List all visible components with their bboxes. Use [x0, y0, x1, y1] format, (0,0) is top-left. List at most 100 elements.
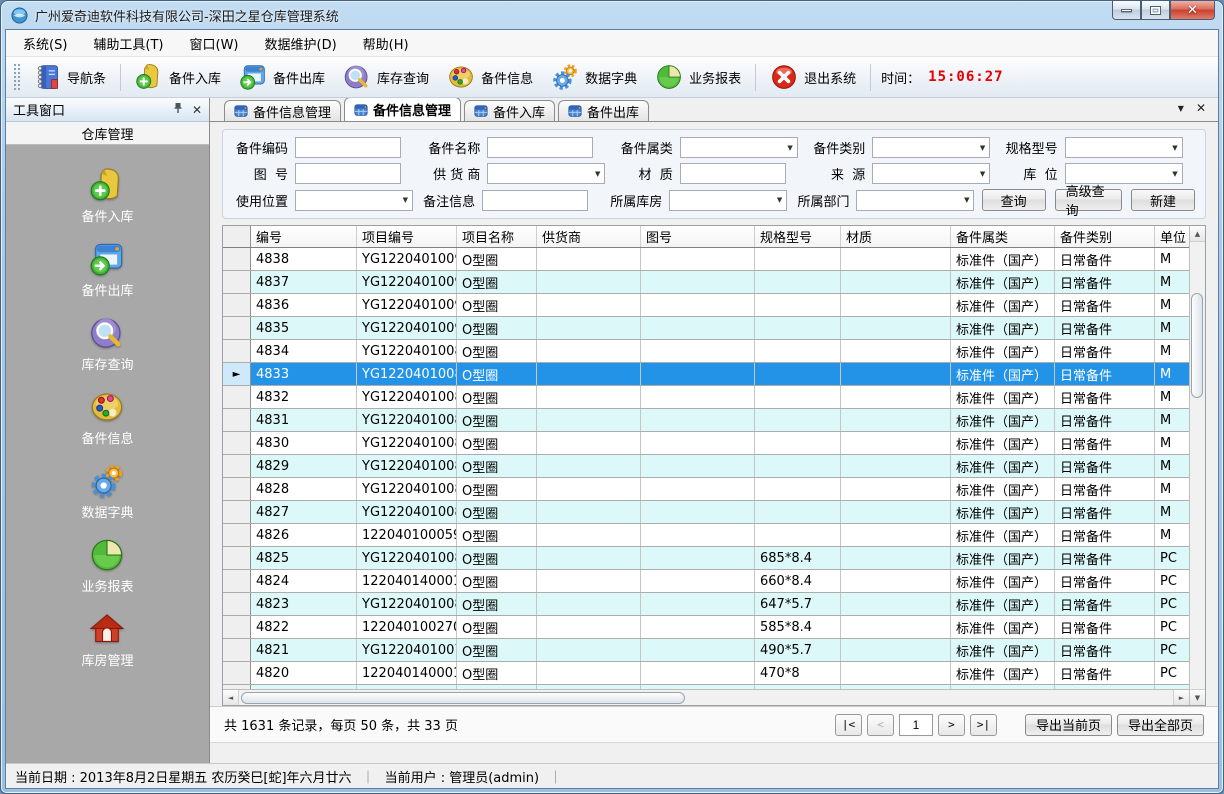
row-selector[interactable]	[223, 547, 251, 569]
warehouse-select[interactable]: ▼	[669, 190, 787, 211]
export-all-pages-button[interactable]: 导出全部页	[1117, 714, 1204, 736]
scroll-up-icon[interactable]: ▲	[1190, 226, 1205, 242]
table-row[interactable]: 48221220401002700O型圈585*8.4标准件（国产）日常备件PC	[223, 616, 1189, 639]
inventory-query-button[interactable]: 库存查询	[335, 59, 437, 95]
vertical-scrollbar[interactable]: ▲ ▼	[1189, 226, 1205, 705]
row-selector[interactable]	[223, 432, 251, 454]
panel-close-icon[interactable]: ✕	[192, 104, 202, 116]
usage-position-select[interactable]: ▼	[295, 190, 413, 211]
exit-system-button[interactable]: 退出系统	[762, 59, 864, 95]
data-dictionary-button[interactable]: 数据字典	[543, 59, 645, 95]
parts-info-button[interactable]: 备件信息	[439, 59, 541, 95]
tab-list-dropdown-icon[interactable]: ▼	[1178, 104, 1184, 113]
menu-window[interactable]: 窗口(W)	[177, 30, 252, 57]
query-button[interactable]: 查询	[982, 189, 1046, 211]
tab-parts-outbound[interactable]: 备件出库	[558, 100, 649, 121]
sidebar-item-parts-info[interactable]: 备件信息	[81, 389, 133, 447]
menu-aux-tools[interactable]: 辅助工具(T)	[80, 30, 176, 57]
department-select[interactable]: ▼	[856, 190, 974, 211]
row-selector[interactable]	[223, 409, 251, 431]
first-page-button[interactable]: |<	[835, 714, 862, 736]
table-row[interactable]: 4832YG12204010087O型圈标准件（国产）日常备件M	[223, 386, 1189, 409]
table-row[interactable]: 4834YG12204010089O型圈标准件（国产）日常备件M	[223, 340, 1189, 363]
horizontal-scrollbar[interactable]: ◄ ►	[223, 689, 1189, 705]
scroll-left-icon[interactable]: ◄	[223, 690, 239, 705]
table-row[interactable]: 4828YG12204010083O型圈标准件（国产）日常备件M	[223, 478, 1189, 501]
table-row[interactable]: ►4833YG12204010088O型圈标准件（国产）日常备件M	[223, 363, 1189, 386]
part-category-select[interactable]: ▼	[680, 137, 798, 158]
stock-location-select[interactable]: ▼	[1065, 163, 1183, 184]
row-selector[interactable]	[223, 570, 251, 592]
parts-inbound-button[interactable]: 备件入库	[127, 59, 229, 95]
new-button[interactable]: 新建	[1131, 189, 1195, 211]
advanced-query-button[interactable]: 高级查询	[1055, 189, 1122, 211]
selector-column-header[interactable]	[223, 226, 251, 247]
menu-data-maintenance[interactable]: 数据维护(D)	[252, 30, 350, 57]
business-report-button[interactable]: 业务报表	[647, 59, 749, 95]
column-header[interactable]: 编号	[251, 226, 357, 247]
column-header[interactable]: 备件类别	[1055, 226, 1155, 247]
horizontal-scroll-thumb[interactable]	[241, 692, 685, 704]
row-selector[interactable]	[223, 524, 251, 546]
source-select[interactable]: ▼	[872, 163, 990, 184]
spec-model-select[interactable]: ▼	[1065, 137, 1183, 158]
part-type-select[interactable]: ▼	[872, 137, 990, 158]
drawing-no-input[interactable]	[295, 163, 401, 184]
menu-help[interactable]: 帮助(H)	[350, 30, 422, 57]
navbar-button[interactable]: 导航条	[25, 59, 114, 95]
part-name-input[interactable]	[487, 137, 593, 158]
maximize-button[interactable]	[1141, 1, 1170, 20]
close-window-button[interactable]: ✕	[1170, 1, 1215, 20]
sidebar-item-data-dictionary[interactable]: 数据字典	[81, 463, 133, 521]
page-number-input[interactable]	[899, 714, 933, 736]
tab-parts-info-mgmt-2-active[interactable]: 备件信息管理	[344, 98, 461, 121]
table-row[interactable]: 4829YG12204010084O型圈标准件（国产）日常备件M	[223, 455, 1189, 478]
last-page-button[interactable]: >|	[970, 714, 997, 736]
table-row[interactable]: 4835YG12204010090O型圈标准件（国产）日常备件M	[223, 317, 1189, 340]
table-row[interactable]: 4831YG12204010086O型圈标准件（国产）日常备件M	[223, 409, 1189, 432]
toolbar-grip[interactable]	[13, 63, 20, 91]
row-selector[interactable]	[223, 386, 251, 408]
row-pointer-cell[interactable]: ►	[223, 363, 251, 385]
sidebar-item-parts-inbound[interactable]: 备件入库	[81, 167, 133, 225]
row-selector[interactable]	[223, 478, 251, 500]
scroll-down-icon[interactable]: ▼	[1190, 689, 1205, 705]
vertical-scroll-thumb[interactable]	[1191, 293, 1203, 398]
sidebar-item-warehouse-mgmt[interactable]: 库房管理	[81, 611, 133, 669]
column-header[interactable]: 备件属类	[951, 226, 1055, 247]
table-row[interactable]: 4823YG12204010080O型圈647*5.7标准件（国产）日常备件PC	[223, 593, 1189, 616]
row-selector[interactable]	[223, 455, 251, 477]
table-row[interactable]: 4836YG12204010091O型圈标准件（国产）日常备件M	[223, 294, 1189, 317]
prev-page-button[interactable]: <	[867, 714, 894, 736]
table-row[interactable]: 4838YG12204010093O型圈标准件（国产）日常备件M	[223, 248, 1189, 271]
material-input[interactable]	[680, 163, 786, 184]
row-selector[interactable]	[223, 593, 251, 615]
minimize-button[interactable]	[1112, 1, 1141, 20]
row-selector[interactable]	[223, 271, 251, 293]
scroll-right-icon[interactable]: ►	[1173, 690, 1189, 705]
table-row[interactable]: 4827YG12204010082O型圈标准件（国产）日常备件M	[223, 501, 1189, 524]
next-page-button[interactable]: >	[938, 714, 965, 736]
row-selector[interactable]	[223, 294, 251, 316]
column-header[interactable]: 项目名称	[457, 226, 537, 247]
column-header[interactable]: 单位	[1155, 226, 1189, 247]
table-row[interactable]: 4825YG12204010081O型圈685*8.4标准件（国产）日常备件PC	[223, 547, 1189, 570]
sidebar-group-header[interactable]: 仓库管理	[6, 122, 209, 145]
column-header[interactable]: 图号	[641, 226, 755, 247]
table-row[interactable]: 4821YG12204010079O型圈490*5.7标准件（国产）日常备件PC	[223, 639, 1189, 662]
parts-outbound-button[interactable]: 备件出库	[231, 59, 333, 95]
sidebar-item-business-report[interactable]: 业务报表	[81, 537, 133, 595]
row-selector[interactable]	[223, 639, 251, 661]
table-row[interactable]: 48241220401400012O型圈660*8.4标准件（国产）日常备件PC	[223, 570, 1189, 593]
table-row[interactable]: 4830YG12204010085O型圈标准件（国产）日常备件M	[223, 432, 1189, 455]
row-selector[interactable]	[223, 616, 251, 638]
supplier-select[interactable]: ▼	[487, 163, 605, 184]
pin-icon[interactable]	[172, 102, 184, 118]
table-row[interactable]: 4837YG12204010092O型圈标准件（国产）日常备件M	[223, 271, 1189, 294]
column-header[interactable]: 供货商	[537, 226, 641, 247]
row-selector[interactable]	[223, 662, 251, 684]
table-row[interactable]: 48201220401400013O型圈470*8标准件（国产）日常备件PC	[223, 662, 1189, 685]
row-selector[interactable]	[223, 317, 251, 339]
sidebar-item-parts-outbound[interactable]: 备件出库	[81, 241, 133, 299]
column-header[interactable]: 项目编号	[357, 226, 457, 247]
